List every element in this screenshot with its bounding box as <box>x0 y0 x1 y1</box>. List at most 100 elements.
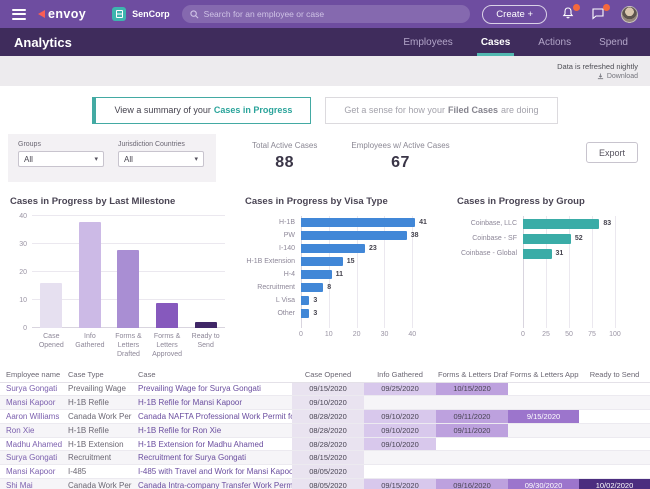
employee-name-cell: Shi Mai <box>0 479 62 489</box>
bar-category-label: H-1B Extension <box>243 255 301 268</box>
table-header-row: Employee nameCase TypeCaseCase OpenedInf… <box>0 368 650 382</box>
toggle-filed-cases[interactable]: Get a sense for how your Filed Cases are… <box>325 97 557 124</box>
employee-name-cell: Mansi Kapoor <box>0 396 62 410</box>
bar-value-label: 31 <box>556 250 564 257</box>
x-category-label: Ready to Send <box>186 332 225 359</box>
bar-value-label: 15 <box>347 258 355 265</box>
case-link[interactable]: I-485 with Travel and Work for Mansi Kap… <box>132 465 292 479</box>
bar-value-label: 38 <box>411 232 419 239</box>
y-tick-label: 10 <box>8 297 27 304</box>
milestone-date-cell <box>508 465 579 479</box>
case-type-cell: Canada Work Permit <box>62 410 132 424</box>
x-tick-label: 20 <box>353 331 361 338</box>
bar-row: 38 <box>301 229 429 242</box>
bar-row: 15 <box>301 255 429 268</box>
milestone-date-cell: 10/15/2020 <box>436 382 508 396</box>
milestone-date-cell <box>508 396 579 410</box>
case-link[interactable]: H-1B Extension for Madhu Ahamed <box>132 437 292 451</box>
milestone-date-cell: 09/10/2020 <box>292 396 364 410</box>
bar-row: 8 <box>301 281 429 294</box>
create-button[interactable]: Create + <box>482 5 547 24</box>
case-link[interactable]: Prevailing Wage for Surya Gongati <box>132 382 292 396</box>
milestone-date-cell: 09/16/2020 <box>436 479 508 489</box>
org-switcher[interactable]: SenCorp <box>112 7 170 21</box>
nav-tabs: Employees Cases Actions Spend <box>403 28 636 56</box>
chart-title: Cases in Progress by Last Milestone <box>10 196 233 207</box>
jurisdiction-select[interactable]: All ▾ <box>118 151 204 167</box>
download-link[interactable]: Download <box>597 73 638 80</box>
org-icon <box>112 7 126 21</box>
case-link[interactable]: Recruitment for Surya Gongati <box>132 451 292 465</box>
notifications-bell-icon[interactable] <box>561 6 577 22</box>
message-badge <box>603 4 610 11</box>
menu-icon[interactable] <box>12 9 26 20</box>
case-type-cell: Canada Work Permit <box>62 479 132 489</box>
filters-row: Groups All ▾ Jurisdiction Countries All … <box>0 134 650 188</box>
jurisdiction-label: Jurisdiction Countries <box>118 141 204 148</box>
case-link[interactable]: Canada NAFTA Professional Work Permit fo… <box>132 410 292 424</box>
milestone-date-cell <box>436 451 508 465</box>
case-type-cell: H-1B Refile <box>62 423 132 437</box>
y-tick-label: 0 <box>8 325 27 332</box>
column-header: Case Opened <box>292 368 364 382</box>
tab-actions[interactable]: Actions <box>538 28 571 56</box>
case-type-cell: H-1B Extension <box>62 437 132 451</box>
visa-x-axis: 010203040 <box>301 331 429 341</box>
bar-pw <box>301 231 407 240</box>
org-name: SenCorp <box>132 9 170 19</box>
tab-cases[interactable]: Cases <box>481 28 510 56</box>
milestone-plot: 010203040 <box>32 216 225 328</box>
case-link[interactable]: H-1B Refile for Ron Xie <box>132 423 292 437</box>
milestone-date-cell <box>579 410 650 424</box>
x-tick-label: 10 <box>325 331 333 338</box>
tab-spend[interactable]: Spend <box>599 28 628 56</box>
bar-coinbase-sf <box>523 234 571 244</box>
milestone-date-cell <box>508 382 579 396</box>
column-header: Forms & Letters Drafted <box>436 368 508 382</box>
top-bar: envoy SenCorp Create + <box>0 0 650 28</box>
tab-employees[interactable]: Employees <box>403 28 452 56</box>
table-body: Surya GongatiPrevailing WagePrevailing W… <box>0 382 650 489</box>
search-bar[interactable] <box>182 5 471 23</box>
milestone-date-cell <box>579 382 650 396</box>
stat-total-active-cases: Total Active Cases 88 <box>252 141 317 172</box>
bar-labels: Coinbase, LLCCoinbase - SFCoinbase - Glo… <box>455 216 523 328</box>
user-avatar[interactable] <box>621 6 638 23</box>
bar-value-label: 3 <box>313 310 317 317</box>
top-actions: Create + <box>482 5 638 24</box>
stat-employees-active-cases: Employees w/ Active Cases 67 <box>351 141 449 172</box>
messages-chat-icon[interactable] <box>591 6 607 22</box>
search-icon <box>190 10 199 19</box>
x-tick-label: 0 <box>299 331 303 338</box>
export-button[interactable]: Export <box>586 142 638 163</box>
milestone-date-cell <box>579 451 650 465</box>
bar-coinbase-global <box>523 249 552 259</box>
x-category-label: Forms & Letters Drafted <box>109 332 148 359</box>
employee-name-cell: Ron Xie <box>0 423 62 437</box>
milestone-date-cell: 9/15/2020 <box>508 410 579 424</box>
case-link[interactable]: Canada Intra-company Transfer Work Permi… <box>132 479 292 489</box>
y-tick-label: 30 <box>8 241 27 248</box>
x-category-label: Case Opened <box>32 332 71 359</box>
column-header: Ready to Send <box>579 368 650 382</box>
y-tick-label: 40 <box>8 213 27 220</box>
bar-category-label: L Visa <box>243 294 301 307</box>
bar-value-label: 3 <box>313 297 317 304</box>
table-row: Ron XieH-1B RefileH-1B Refile for Ron Xi… <box>0 423 650 437</box>
chart-visa-type: Cases in Progress by Visa Type H-1BPWI-1… <box>243 192 445 362</box>
x-category-label: Forms & Letters Approved <box>148 332 187 359</box>
groups-label: Groups <box>18 141 104 148</box>
visa-plot: H-1BPWI-140H-1B ExtensionH-4RecruitmentL… <box>243 216 445 328</box>
milestone-date-cell: 08/15/2020 <box>292 451 364 465</box>
bar-ready-to-send <box>195 322 217 328</box>
milestone-date-cell: 08/05/2020 <box>292 465 364 479</box>
groups-select[interactable]: All ▾ <box>18 151 104 167</box>
case-link[interactable]: H-1B Refile for Mansi Kapoor <box>132 396 292 410</box>
search-input[interactable] <box>204 9 463 19</box>
x-category-label: Info Gathered <box>71 332 110 359</box>
chart-title: Cases in Progress by Group <box>457 196 642 207</box>
employee-name-cell: Madhu Ahamed <box>0 437 62 451</box>
x-tick-label: 40 <box>408 331 416 338</box>
toggle-cases-in-progress[interactable]: View a summary of your Cases in Progress <box>92 97 311 124</box>
toggle-filed-highlight: Filed Cases <box>448 105 498 115</box>
